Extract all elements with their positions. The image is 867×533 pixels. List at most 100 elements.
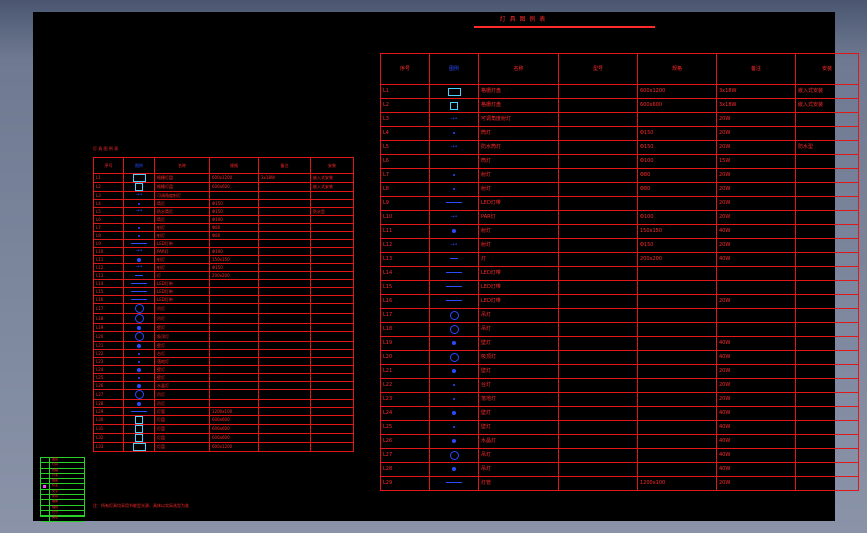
- table-row: L6 筒灯 Φ100: [93, 215, 354, 224]
- name-cell: 壁灯: [478, 336, 559, 351]
- install-cell: [310, 349, 354, 358]
- model-cell: [558, 266, 638, 281]
- table-row: L19 壁灯 40W: [380, 336, 859, 351]
- square-light-icon: [450, 101, 458, 110]
- spec-cell: 150x150: [209, 255, 259, 264]
- install-cell: [310, 407, 354, 416]
- no-cell: L9: [93, 239, 124, 248]
- symbol-cell: [123, 349, 155, 358]
- install-cell: 防水型: [795, 140, 859, 155]
- note-cell: [258, 182, 311, 192]
- name-cell: 格栅灯盘: [154, 182, 210, 192]
- spec-cell: 1200x100: [637, 476, 717, 491]
- table-row: L20 吸顶灯: [93, 331, 354, 342]
- note-cell: 20W: [716, 140, 796, 155]
- mini-divider: [49, 479, 50, 484]
- table-row: L2 格栅灯盘 600x600 3x18W 嵌入式安装: [380, 98, 859, 113]
- name-cell: 壁灯: [154, 341, 210, 350]
- note-cell: 20W: [716, 294, 796, 309]
- lamp-dot-icon: [137, 401, 141, 406]
- spec-cell: [637, 364, 717, 379]
- mini-layer-legend: 图层 灯具 线路 开关 插座 标注 文字 家具 墙体 轴线 尺寸 其他: [40, 457, 85, 522]
- spec-cell: Φ80: [209, 231, 259, 240]
- no-cell: L4: [380, 126, 430, 141]
- symbol-cell: [123, 279, 155, 288]
- note-cell: [258, 231, 311, 240]
- header-cell: 名称: [478, 53, 559, 85]
- table-row: L29 灯管 1200x100: [93, 407, 354, 416]
- name-cell: 筒灯: [478, 154, 559, 169]
- pendant-light-icon: [134, 332, 144, 341]
- no-cell: L5: [93, 207, 124, 216]
- pendant-light-icon: [134, 304, 144, 313]
- name-cell: 壁灯: [154, 323, 210, 332]
- panel-light-icon: [447, 87, 461, 96]
- mini-legend-label: 标注: [52, 483, 59, 488]
- strip-light-icon: [131, 283, 147, 284]
- note-cell: 20W: [716, 168, 796, 183]
- no-cell: L11: [380, 224, 430, 239]
- spotlight-icon: →•: [450, 144, 458, 150]
- install-cell: [310, 239, 354, 248]
- spec-cell: Φ150: [209, 207, 259, 216]
- name-cell: 台灯: [154, 349, 210, 358]
- note-cell: 20W: [716, 182, 796, 197]
- name-cell: 射灯: [154, 231, 210, 240]
- spec-cell: 150x150: [637, 224, 717, 239]
- install-cell: [310, 381, 354, 390]
- table-row: L7 射灯 Φ80: [93, 223, 354, 232]
- note-cell: 3x18W: [716, 84, 796, 99]
- symbol-cell: [429, 84, 479, 99]
- table-row: L29 灯管 1200x100 20W: [380, 476, 859, 491]
- name-cell: LED灯带: [478, 266, 559, 281]
- table-row: L24 壁灯 40W: [380, 406, 859, 421]
- strip-light-icon: [446, 286, 462, 287]
- name-cell: 灯盘: [154, 415, 210, 425]
- table-row: L11 射灯 150x150 40W: [380, 224, 859, 239]
- no-cell: L8: [380, 182, 430, 197]
- table-row: L17 吊灯: [380, 308, 859, 323]
- spec-cell: 600x600: [209, 433, 259, 443]
- no-cell: L30: [93, 415, 124, 425]
- model-cell: [558, 462, 638, 477]
- name-cell: 灯盘: [154, 433, 210, 443]
- name-cell: PAR灯: [478, 210, 559, 225]
- lamp-dot-icon: [137, 257, 141, 262]
- model-cell: [558, 294, 638, 309]
- no-cell: L18: [380, 322, 430, 337]
- symbol-cell: [429, 392, 479, 407]
- mini-legend-label: 墙体: [52, 499, 59, 504]
- downlight-icon: [453, 397, 455, 400]
- install-cell: [310, 263, 354, 272]
- lamp-dot-icon: [137, 343, 141, 348]
- no-cell: L22: [93, 349, 124, 358]
- install-cell: 嵌入式安装: [795, 84, 859, 99]
- pendant-light-icon: [449, 325, 459, 334]
- lamp-dot-icon: [452, 340, 456, 345]
- no-cell: L6: [93, 215, 124, 224]
- pendant-light-icon: [134, 390, 144, 399]
- name-cell: 格栅灯盘: [478, 98, 559, 113]
- spec-cell: Φ100: [637, 210, 717, 225]
- spec-cell: Φ150: [637, 238, 717, 253]
- name-cell: 吊灯: [478, 322, 559, 337]
- lamp-dot-icon: [452, 438, 456, 443]
- table-row: L14 LED灯带: [380, 266, 859, 281]
- model-cell: [558, 182, 638, 197]
- spec-cell: [637, 392, 717, 407]
- install-cell: [795, 224, 859, 239]
- note-cell: [258, 223, 311, 232]
- note-cell: [258, 341, 311, 350]
- spec-cell: [637, 196, 717, 211]
- name-cell: 灯盘: [154, 424, 210, 434]
- spec-cell: [637, 294, 717, 309]
- name-cell: 射灯: [478, 182, 559, 197]
- no-cell: L13: [93, 271, 124, 280]
- no-cell: L5: [380, 140, 430, 155]
- no-cell: L2: [93, 182, 124, 192]
- cad-drawing-canvas[interactable]: 灯 具 图 例 表 序号 图例 名称 型号 规格 备注 安装 L1 格栅灯盘 600x1200 3…: [33, 12, 859, 522]
- mini-legend-label: 轴线: [52, 504, 59, 509]
- no-cell: L21: [380, 364, 430, 379]
- symbol-cell: →•: [429, 238, 479, 253]
- name-cell: 吊灯: [154, 399, 210, 408]
